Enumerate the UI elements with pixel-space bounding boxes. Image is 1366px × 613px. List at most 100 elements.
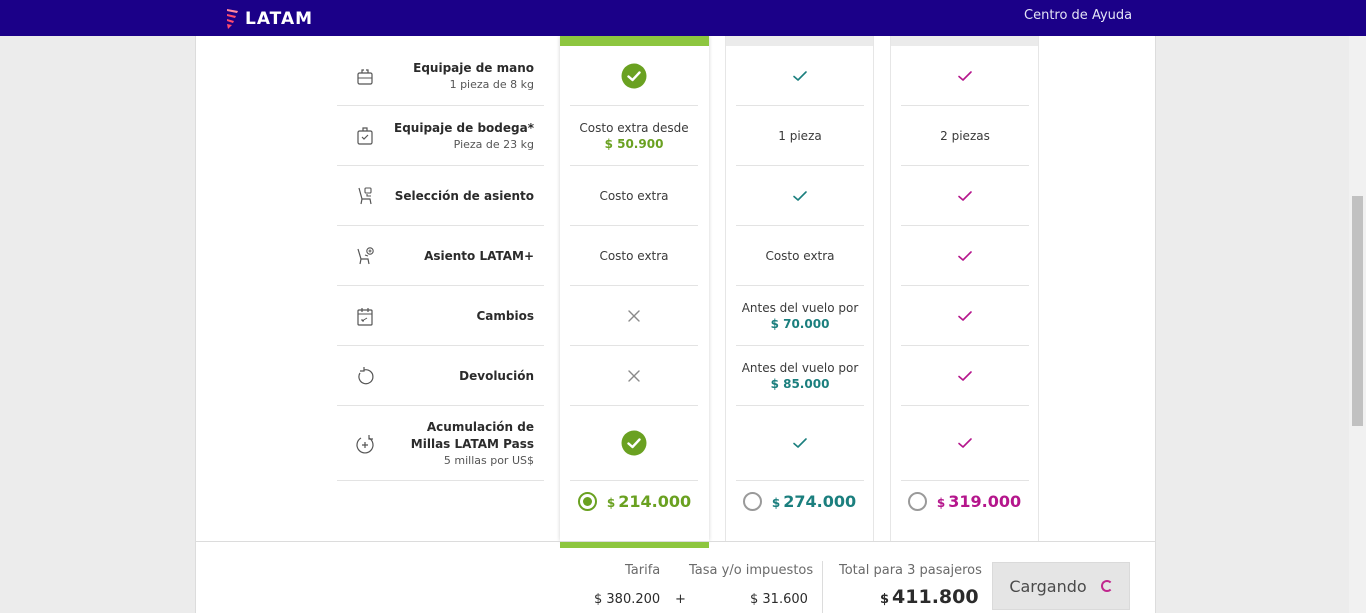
fare-radio-button[interactable] [742, 492, 762, 511]
fare-price-value: 319.000 [948, 492, 1022, 511]
fare-currency: $ [771, 496, 781, 510]
feature-name: Equipaje de bodega* [394, 120, 534, 135]
checked-bag-icon [354, 125, 376, 147]
tarifa-label: Tarifa [625, 563, 661, 578]
fare-price-value: 274.000 [783, 492, 857, 511]
fare-cell-text: Costo extra [599, 248, 669, 263]
fare-column-top[interactable]: 2 piezas $319.000 [890, 36, 1039, 541]
continue-button-loading[interactable]: Cargando [992, 562, 1130, 610]
fare-cell [736, 406, 864, 481]
fare-cell-text: Costo extra [599, 188, 669, 203]
fare-cell: Costo extra [570, 226, 698, 286]
fare-cell-text: 2 piezas [940, 128, 990, 143]
feature-subtitle: 5 millas por US$ [443, 453, 534, 467]
feature-name: Acumulación de Millas LATAM Pass [410, 419, 534, 451]
check-icon [958, 438, 972, 448]
check-circle-icon [621, 63, 647, 88]
selected-accent-bottom [560, 541, 709, 548]
cross-icon [628, 369, 640, 382]
fare-cell [901, 286, 1029, 346]
column-header-strip [891, 36, 1038, 46]
fare-cell-text: 1 pieza [778, 128, 822, 143]
fare-price-selector[interactable]: $274.000 [726, 492, 873, 511]
help-center-link[interactable]: Centro de Ayuda [1024, 8, 1132, 23]
fare-cell [736, 166, 864, 226]
feature-row: Selección de asiento [337, 166, 544, 226]
fare-currency: $ [936, 496, 946, 510]
fare-price-selector[interactable]: $214.000 [560, 492, 709, 511]
check-icon [958, 250, 972, 261]
selected-accent-top [560, 36, 709, 46]
fare-cell-text: Costo extra desde [579, 120, 689, 135]
latam-logo[interactable]: LATAM [224, 7, 313, 30]
check-circle-icon [621, 430, 647, 456]
check-icon [793, 438, 807, 448]
check-icon [958, 70, 972, 81]
fare-price-selector[interactable]: $319.000 [891, 492, 1038, 511]
fare-radio-button[interactable] [907, 492, 927, 511]
column-header-strip [726, 36, 873, 46]
fare-cell: Antes del vuelo por $ 70.000 [736, 286, 864, 346]
carry-on-bag-icon [354, 65, 376, 87]
fare-cell [901, 406, 1029, 481]
feature-name: Selección de asiento [394, 188, 534, 203]
calendar-change-icon [354, 305, 376, 327]
feature-row: Equipaje de mano 1 pieza de 8 kg [337, 46, 544, 106]
feature-name: Cambios [476, 308, 535, 323]
feature-label: Equipaje de bodega* Pieza de 23 kg [394, 120, 534, 153]
feature-label: Acumulación de Millas LATAM Pass 5 millas… [384, 419, 534, 469]
fare-price: $319.000 [937, 492, 1021, 511]
fare-column-plus[interactable]: 1 pieza Costo extra Antes del vuelo por $ 7… [725, 36, 874, 541]
feature-label: Devolución [459, 368, 534, 385]
feature-row: Equipaje de bodega* Pieza de 23 kg [337, 106, 544, 166]
fare-cell: Costo extra [736, 226, 864, 286]
logo-text: LATAM [245, 8, 314, 29]
fare-cell [570, 346, 698, 406]
scrollbar-thumb[interactable] [1352, 196, 1363, 426]
check-icon [958, 190, 972, 201]
fare-price: $214.000 [607, 492, 691, 511]
check-icon [793, 190, 807, 201]
fare-cell [901, 46, 1029, 106]
feature-row: Cambios [337, 286, 544, 346]
feature-name: Asiento LATAM+ [424, 248, 534, 263]
button-label: Cargando [1009, 576, 1087, 596]
loading-spinner-icon [1100, 580, 1113, 592]
fare-cell [570, 286, 698, 346]
check-icon [793, 70, 807, 81]
fare-cell-amount: $ 85.000 [770, 376, 830, 391]
feature-row: Devolución [337, 346, 544, 406]
feature-label: Equipaje de mano 1 pieza de 8 kg [413, 60, 534, 93]
fare-radio-button[interactable] [577, 492, 597, 511]
feature-label: Selección de asiento [395, 188, 534, 205]
fare-cell [736, 46, 864, 106]
total-value: 411.800 [892, 586, 979, 608]
seat-icon [354, 185, 376, 207]
fare-cell: Costo extra [570, 166, 698, 226]
fare-cell-text: Antes del vuelo por [741, 360, 859, 375]
fare-cell: 2 piezas [901, 106, 1029, 166]
total-label: Total para 3 pasajeros [839, 563, 982, 578]
seat-plus-icon [354, 245, 376, 267]
fare-cell [901, 166, 1029, 226]
miles-icon [354, 433, 376, 455]
feature-subtitle: 1 pieza de 8 kg [449, 77, 534, 91]
fare-cell [901, 346, 1029, 406]
feature-subtitle: Pieza de 23 kg [453, 137, 534, 151]
fare-cell: Antes del vuelo por $ 85.000 [736, 346, 864, 406]
feature-row: Asiento LATAM+ [337, 226, 544, 286]
tarifa-value: $ 380.200 [594, 592, 661, 607]
total-currency: $ [880, 592, 890, 607]
total-price: $411.800 [880, 586, 979, 608]
fare-column-light[interactable]: Costo extra desde $ 50.900 Costo extra Cost… [560, 36, 709, 548]
fare-price: $274.000 [772, 492, 856, 511]
fare-cell-text: Antes del vuelo por [741, 300, 859, 315]
feature-label: Asiento LATAM+ [424, 248, 534, 265]
cross-icon [628, 309, 640, 322]
fare-cell [570, 46, 698, 106]
fare-cell: 1 pieza [736, 106, 864, 166]
fare-cell-text: Costo extra [765, 248, 835, 263]
feature-name: Equipaje de mano [413, 60, 534, 75]
feature-label: Cambios [477, 308, 535, 325]
summary-vertical-divider [822, 561, 823, 613]
